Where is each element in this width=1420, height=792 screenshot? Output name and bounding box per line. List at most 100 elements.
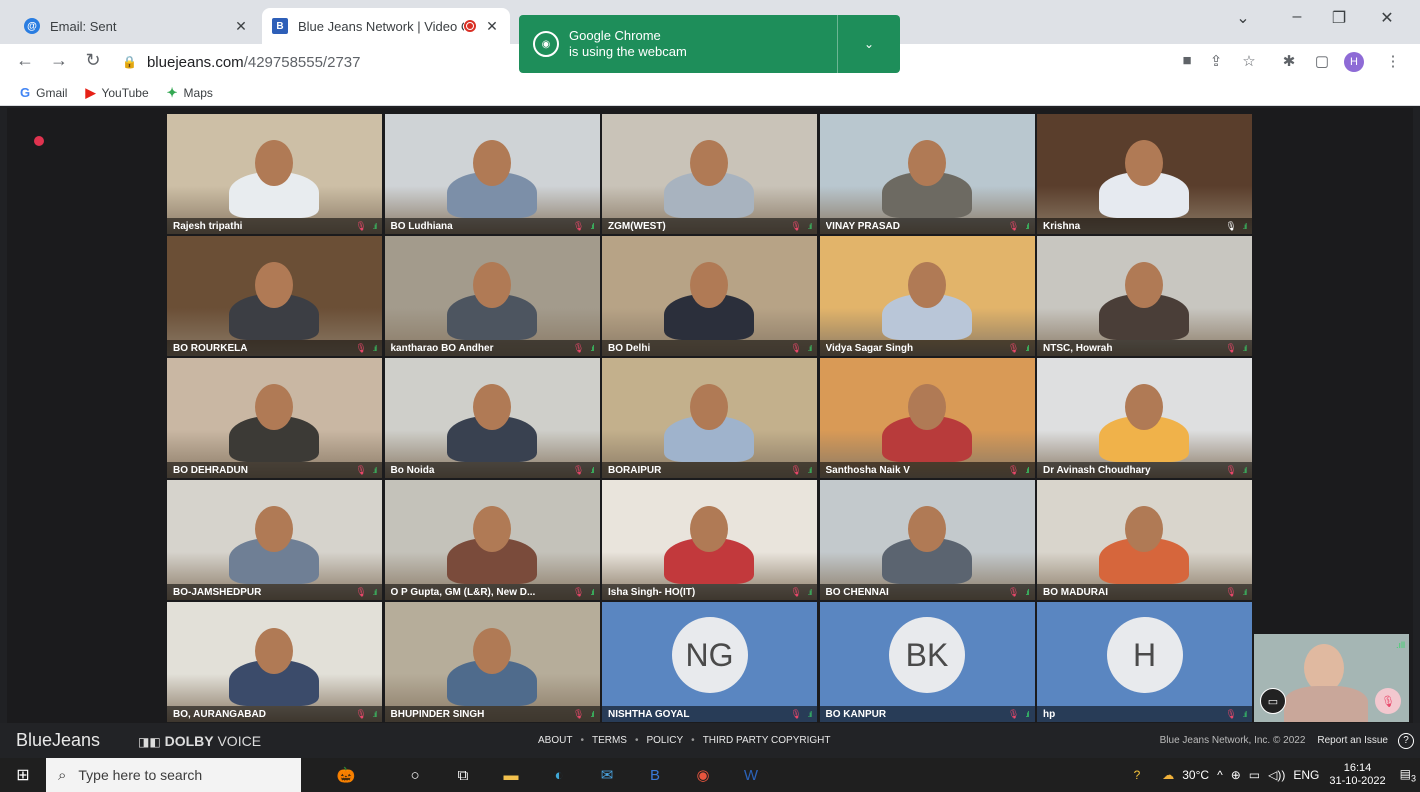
tab-bluejeans[interactable]: B Blue Jeans Network | Video C ✕ [262, 8, 510, 44]
participant-tile[interactable]: O P Gupta, GM (L&R), New D... 🎙 .ıl [384, 480, 600, 600]
participant-tile[interactable]: NTSC, Howrah 🎙 .ıl [1037, 236, 1252, 356]
camera-toggle-button[interactable]: ▭ [1260, 688, 1286, 714]
notifications-icon[interactable]: ▤3 [1400, 767, 1416, 783]
chevron-down-icon[interactable]: ⌄ [838, 37, 900, 51]
mic-muted-button[interactable]: 🎙 [1375, 688, 1401, 714]
participant-head [1125, 506, 1163, 552]
participant-name: BO, AURANGABAD [173, 708, 266, 720]
halloween-widget-icon[interactable]: 🎃 [301, 766, 391, 784]
search-icon: ⌕ [58, 766, 67, 784]
task-view-icon[interactable]: ⧉ [439, 767, 487, 784]
participant-tile[interactable]: BK BO KANPUR 🎙 .ıl [819, 602, 1035, 722]
participant-tile[interactable]: Bo Noida 🎙 .ıl [384, 358, 600, 478]
taskbar-search-input[interactable]: ⌕ Type here to search [46, 758, 301, 792]
dolby-icon: ◨◧ [138, 734, 161, 749]
participant-tile[interactable]: Rajesh tripathi 🎙 .ıl [167, 114, 382, 234]
help-tray-icon[interactable]: ? [1134, 768, 1141, 782]
participant-head [255, 262, 293, 308]
participant-tile[interactable]: BHUPINDER SINGH 🎙 .ıl [384, 602, 600, 722]
volume-icon[interactable]: ◁)) [1268, 768, 1285, 782]
cortana-icon[interactable]: ○ [391, 767, 439, 784]
participant-tile[interactable]: BO Ludhiana 🎙 .ıl [384, 114, 600, 234]
restore-icon[interactable]: ❐ [1324, 8, 1354, 28]
participant-tile[interactable]: BO, AURANGABAD 🎙 .ıl [167, 602, 382, 722]
participant-tile[interactable]: VINAY PRASAD 🎙 .ıl [819, 114, 1035, 234]
signal-bars-icon: .ıl [590, 465, 594, 475]
weather-icon[interactable]: ☁ [1162, 768, 1174, 782]
participant-tile[interactable]: BO MADURAI 🎙 .ıl [1037, 480, 1252, 600]
participant-tile[interactable]: BO Delhi 🎙 .ıl [602, 236, 817, 356]
signal-bars-icon: .ıl [1025, 343, 1029, 353]
participant-video [1037, 236, 1252, 356]
participant-nameplate: Vidya Sagar Singh 🎙 .ıl [819, 340, 1035, 356]
participant-name: BO ROURKELA [173, 342, 248, 354]
participant-tile[interactable]: Vidya Sagar Singh 🎙 .ıl [819, 236, 1035, 356]
mic-muted-icon: 🎙 [1007, 586, 1020, 597]
participant-tile[interactable]: BO ROURKELA 🎙 .ıl [167, 236, 382, 356]
camera-in-use-icon[interactable]: ■ [1176, 52, 1198, 69]
mail-icon[interactable]: ✉ [583, 766, 631, 784]
tab-email-sent[interactable]: @ Email: Sent ✕ [14, 8, 259, 44]
extensions-puzzle-icon[interactable]: ✱ [1278, 52, 1300, 70]
self-view[interactable]: .ıll ▭ 🎙 [1254, 634, 1409, 722]
search-placeholder: Type here to search [78, 767, 203, 783]
side-panel-icon[interactable]: ▢ [1311, 52, 1333, 70]
network-icon[interactable]: ⊕ [1231, 768, 1241, 782]
minimize-icon[interactable]: – [1282, 8, 1312, 26]
participant-head [255, 628, 293, 674]
signal-bars-icon: .ıl [1242, 587, 1247, 597]
bookmark-gmail[interactable]: G Gmail [20, 85, 67, 100]
clock[interactable]: 16:14 31-10-2022 [1329, 762, 1385, 788]
forward-arrow-icon[interactable]: → [48, 50, 70, 71]
bookmark-youtube[interactable]: ▶ YouTube [85, 85, 148, 101]
bookmark-star-icon[interactable]: ☆ [1238, 52, 1260, 70]
participant-tile[interactable]: Isha Singh- HO(IT) 🎙 .ıl [602, 480, 817, 600]
participant-nameplate: BO DEHRADUN 🎙 .ıl [167, 462, 382, 478]
participant-nameplate: BO-JAMSHEDPUR 🎙 .ıl [167, 584, 382, 600]
participant-head [472, 262, 511, 308]
participant-name: BO CHENNAI [825, 586, 889, 598]
participant-name: BO DEHRADUN [173, 464, 248, 476]
participant-tile[interactable]: BO DEHRADUN 🎙 .ıl [167, 358, 382, 478]
help-icon[interactable]: ? [1398, 732, 1414, 749]
participant-tile[interactable]: NG NISHTHA GOYAL 🎙 .ıl [602, 602, 817, 722]
participant-tile[interactable]: BORAIPUR 🎙 .ıl [602, 358, 817, 478]
participant-name: Vidya Sagar Singh [825, 342, 914, 354]
link-about[interactable]: ABOUT [538, 735, 572, 746]
back-arrow-icon[interactable]: ← [14, 50, 36, 71]
tab-close-icon[interactable]: ✕ [484, 18, 500, 35]
mic-muted-icon: 🎙 [572, 464, 585, 475]
word-icon[interactable]: W [727, 767, 775, 784]
menu-kebab-icon[interactable]: ⋮ [1382, 52, 1404, 70]
link-policy[interactable]: POLICY [646, 735, 683, 746]
report-issue-link[interactable]: Report an Issue [1317, 735, 1388, 746]
participant-tile[interactable]: BO CHENNAI 🎙 .ıl [819, 480, 1035, 600]
file-explorer-icon[interactable]: ▬ [487, 767, 535, 784]
participant-tile[interactable]: BO-JAMSHEDPUR 🎙 .ıl [167, 480, 382, 600]
participant-tile[interactable]: Krishna 🎙 .ıl [1037, 114, 1252, 234]
link-terms[interactable]: TERMS [592, 735, 627, 746]
battery-icon[interactable]: ▭ [1249, 768, 1260, 782]
reload-icon[interactable]: ↻ [82, 50, 104, 71]
tab-close-icon[interactable]: ✕ [233, 18, 249, 35]
bluejeans-app-icon[interactable]: B [631, 767, 679, 784]
show-hidden-icons-icon[interactable]: ^ [1217, 768, 1223, 782]
participant-tile[interactable]: Dr Avinash Choudhary 🎙 .ıl [1037, 358, 1252, 478]
chrome-icon[interactable]: ◉ [679, 766, 727, 784]
share-icon[interactable]: ⇪ [1205, 52, 1227, 70]
participant-tile[interactable]: Hhp 🎙 .ıl [1037, 602, 1252, 722]
edge-icon[interactable]: ◐ [535, 767, 583, 784]
link-third-party-copyright[interactable]: THIRD PARTY COPYRIGHT [703, 735, 831, 746]
bookmark-maps[interactable]: ✦ Maps [167, 85, 213, 101]
participant-tile[interactable]: ZGM(WEST) 🎙 .ıl [602, 114, 817, 234]
language-indicator[interactable]: ENG [1293, 768, 1319, 782]
participant-name: BO-JAMSHEDPUR [173, 586, 262, 598]
profile-avatar[interactable]: H [1344, 52, 1364, 72]
participant-nameplate: O P Gupta, GM (L&R), New D... 🎙 .ıl [384, 584, 600, 600]
windows-start-icon[interactable]: ⊞ [0, 765, 46, 785]
participant-tile[interactable]: Santhosha Naik V 🎙 .ıl [819, 358, 1035, 478]
close-window-icon[interactable]: ✕ [1372, 8, 1402, 28]
webcam-in-use-popup[interactable]: ◉ Google Chrome is using the webcam ⌄ [519, 15, 900, 73]
participant-tile[interactable]: kantharao BO Andher 🎙 .ıl [384, 236, 600, 356]
tab-search-chevron-icon[interactable]: ⌄ [1228, 8, 1258, 28]
